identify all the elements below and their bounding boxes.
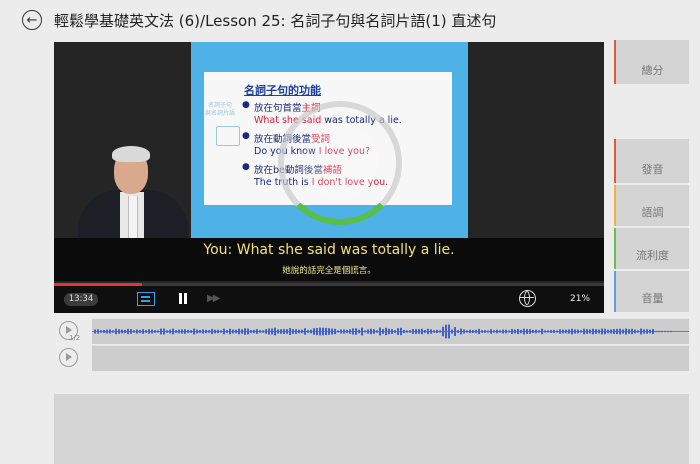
pause-icon[interactable] [178,293,188,304]
current-time: 13:34 [64,293,98,306]
score-fluency-label: 流利度 [636,249,669,262]
waveform-reference [92,324,689,339]
score-total-label: 總分 [641,64,664,77]
waveform-track-reference[interactable] [92,318,689,344]
header-bar: ← 輕鬆學基礎英文法 (6)/Lesson 25: 名詞子句與名詞片語(1) 直… [0,0,700,40]
score-intonation-label: 語調 [641,206,664,219]
playback-speed[interactable]: 21% [570,294,590,304]
subtitle-chinese: 她說的話完全是個謊言。 [282,266,376,276]
subtitle-english: You: What she said was totally a lie. [203,242,455,258]
globe-icon[interactable] [519,290,536,307]
presentation-board-icon [216,126,240,146]
video-player[interactable]: 名詞子句的功能 放在句首當主詞 What she said was totall… [54,42,604,313]
slide-heading: 名詞子句的功能 [244,84,321,97]
score-volume-button[interactable]: 音量 [614,271,689,312]
presenter-hair [112,146,150,162]
page-indicator: 1/2 [69,334,81,342]
back-arrow-icon[interactable]: ← [22,10,42,30]
score-intonation-button[interactable]: 語調 [614,185,689,226]
slide-item-label: 放在句首當 [254,103,302,114]
score-pronunciation-button[interactable]: 發音 [614,139,689,183]
lesson-title: 輕鬆學基礎英文法 (6)/Lesson 25: 名詞子句與名詞片語(1) 直述句 [54,12,497,30]
fast-forward-icon[interactable]: ▶▶ [207,293,220,304]
score-total-button[interactable]: 總分 [614,40,689,84]
slide-side-label: 名詞子句 與名詞片語 [205,102,236,117]
waveform-track-recording[interactable] [92,345,689,371]
loading-spinner-icon [278,101,402,225]
score-pronunciation-label: 發音 [641,163,664,176]
play-icon[interactable] [59,348,78,367]
score-volume-label: 音量 [641,292,664,305]
transcript-panel [54,394,689,464]
subtitle-icon[interactable] [137,292,155,306]
score-fluency-button[interactable]: 流利度 [614,228,689,269]
